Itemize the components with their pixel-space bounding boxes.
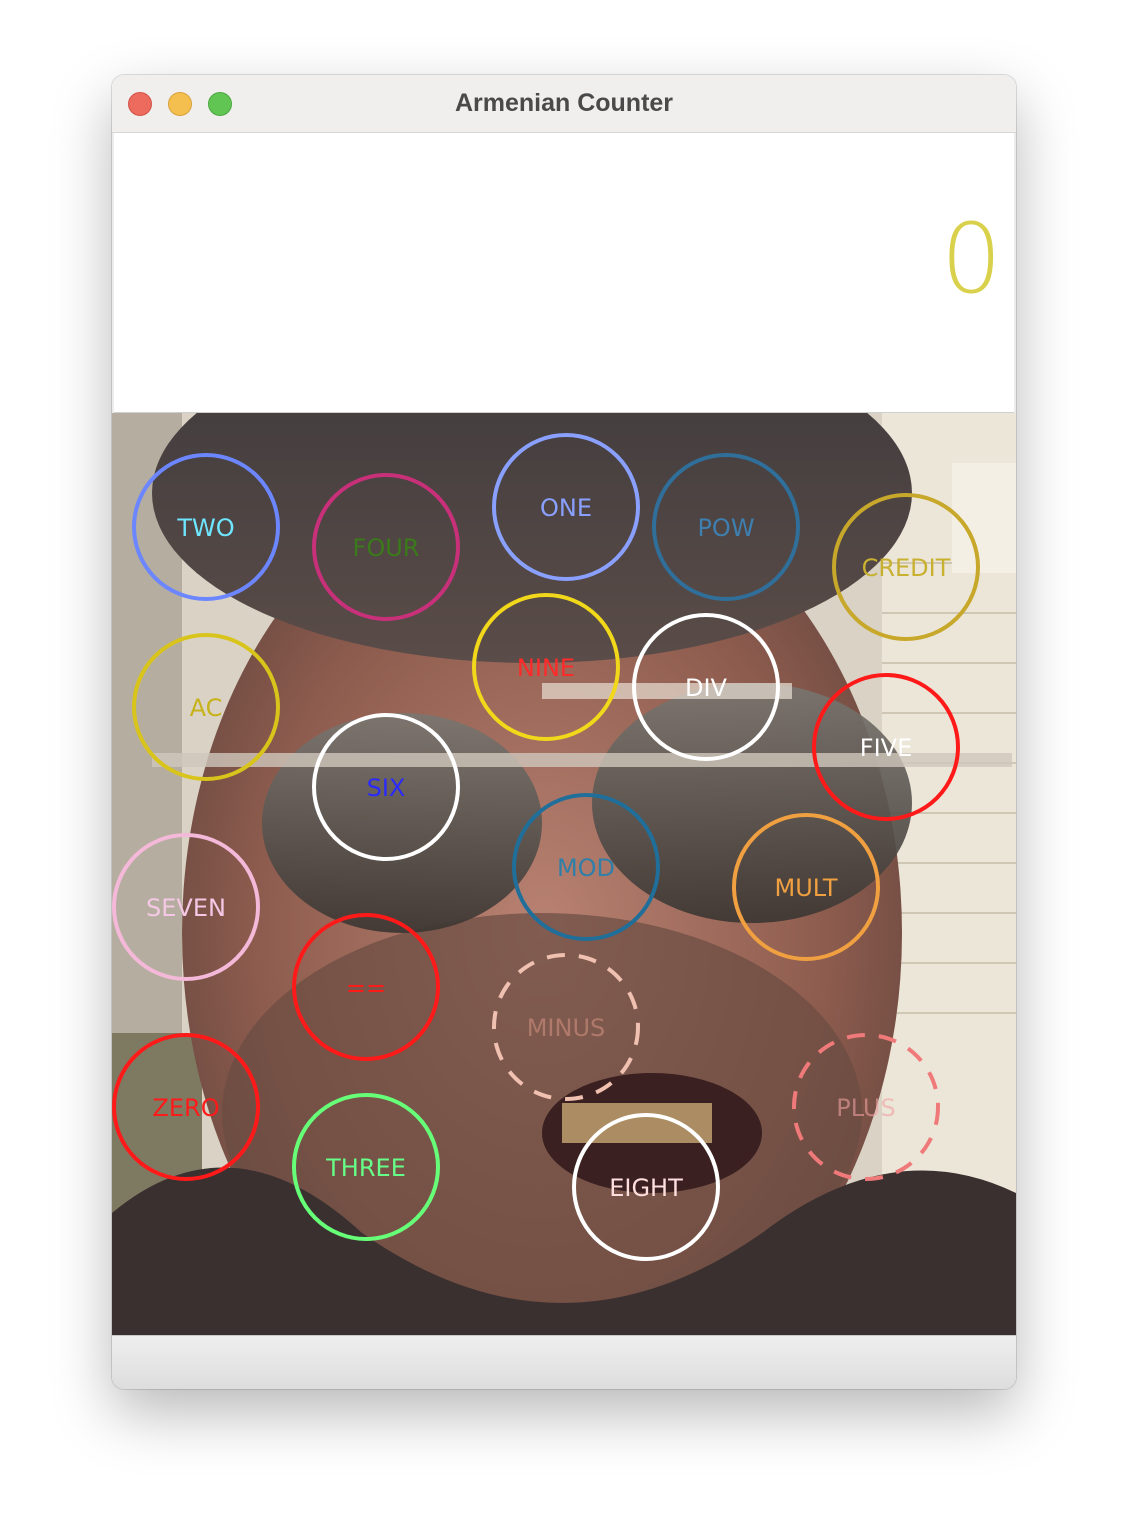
mod-button-label: MOD <box>557 854 615 882</box>
app-window: Armenian Counter 0 TWO FOUR ONE POW CRED… <box>112 75 1016 1389</box>
bottom-bar <box>112 1335 1016 1389</box>
seven-button-label: SEVEN <box>146 894 226 922</box>
button-stage: TWO FOUR ONE POW CREDIT NINE DIV AC FIVE SIX MOD MU… <box>112 413 1016 1335</box>
nine-button-label: NINE <box>517 654 575 682</box>
three-button-label: THREE <box>325 1154 406 1182</box>
mult-button-label: MULT <box>775 874 838 902</box>
ac-button-label: AC <box>190 694 223 722</box>
equals-button-label: == <box>346 974 386 1002</box>
four-button-label: FOUR <box>353 534 420 562</box>
credit-button-label: CREDIT <box>862 554 951 582</box>
div-button-label: DIV <box>685 674 728 702</box>
result-display: 0 <box>114 133 1014 413</box>
five-button-label: FIVE <box>860 734 912 762</box>
window-title: Armenian Counter <box>454 89 674 117</box>
eight-button-label: EIGHT <box>609 1174 683 1202</box>
display-value: 0 <box>940 203 1002 315</box>
zero-button-label: ZERO <box>152 1094 219 1122</box>
title-bar: Armenian Counter <box>112 75 1016 133</box>
pow-button-label: POW <box>697 514 754 542</box>
plus-button-label: PLUS <box>836 1094 895 1122</box>
button-canvas: TWO FOUR ONE POW CREDIT NINE DIV AC FIVE SIX MOD MU… <box>112 413 1016 1335</box>
six-button-label: SIX <box>367 774 406 802</box>
one-button-label: ONE <box>540 494 592 522</box>
minus-button-label: MINUS <box>527 1014 606 1042</box>
two-button-label: TWO <box>176 514 234 542</box>
